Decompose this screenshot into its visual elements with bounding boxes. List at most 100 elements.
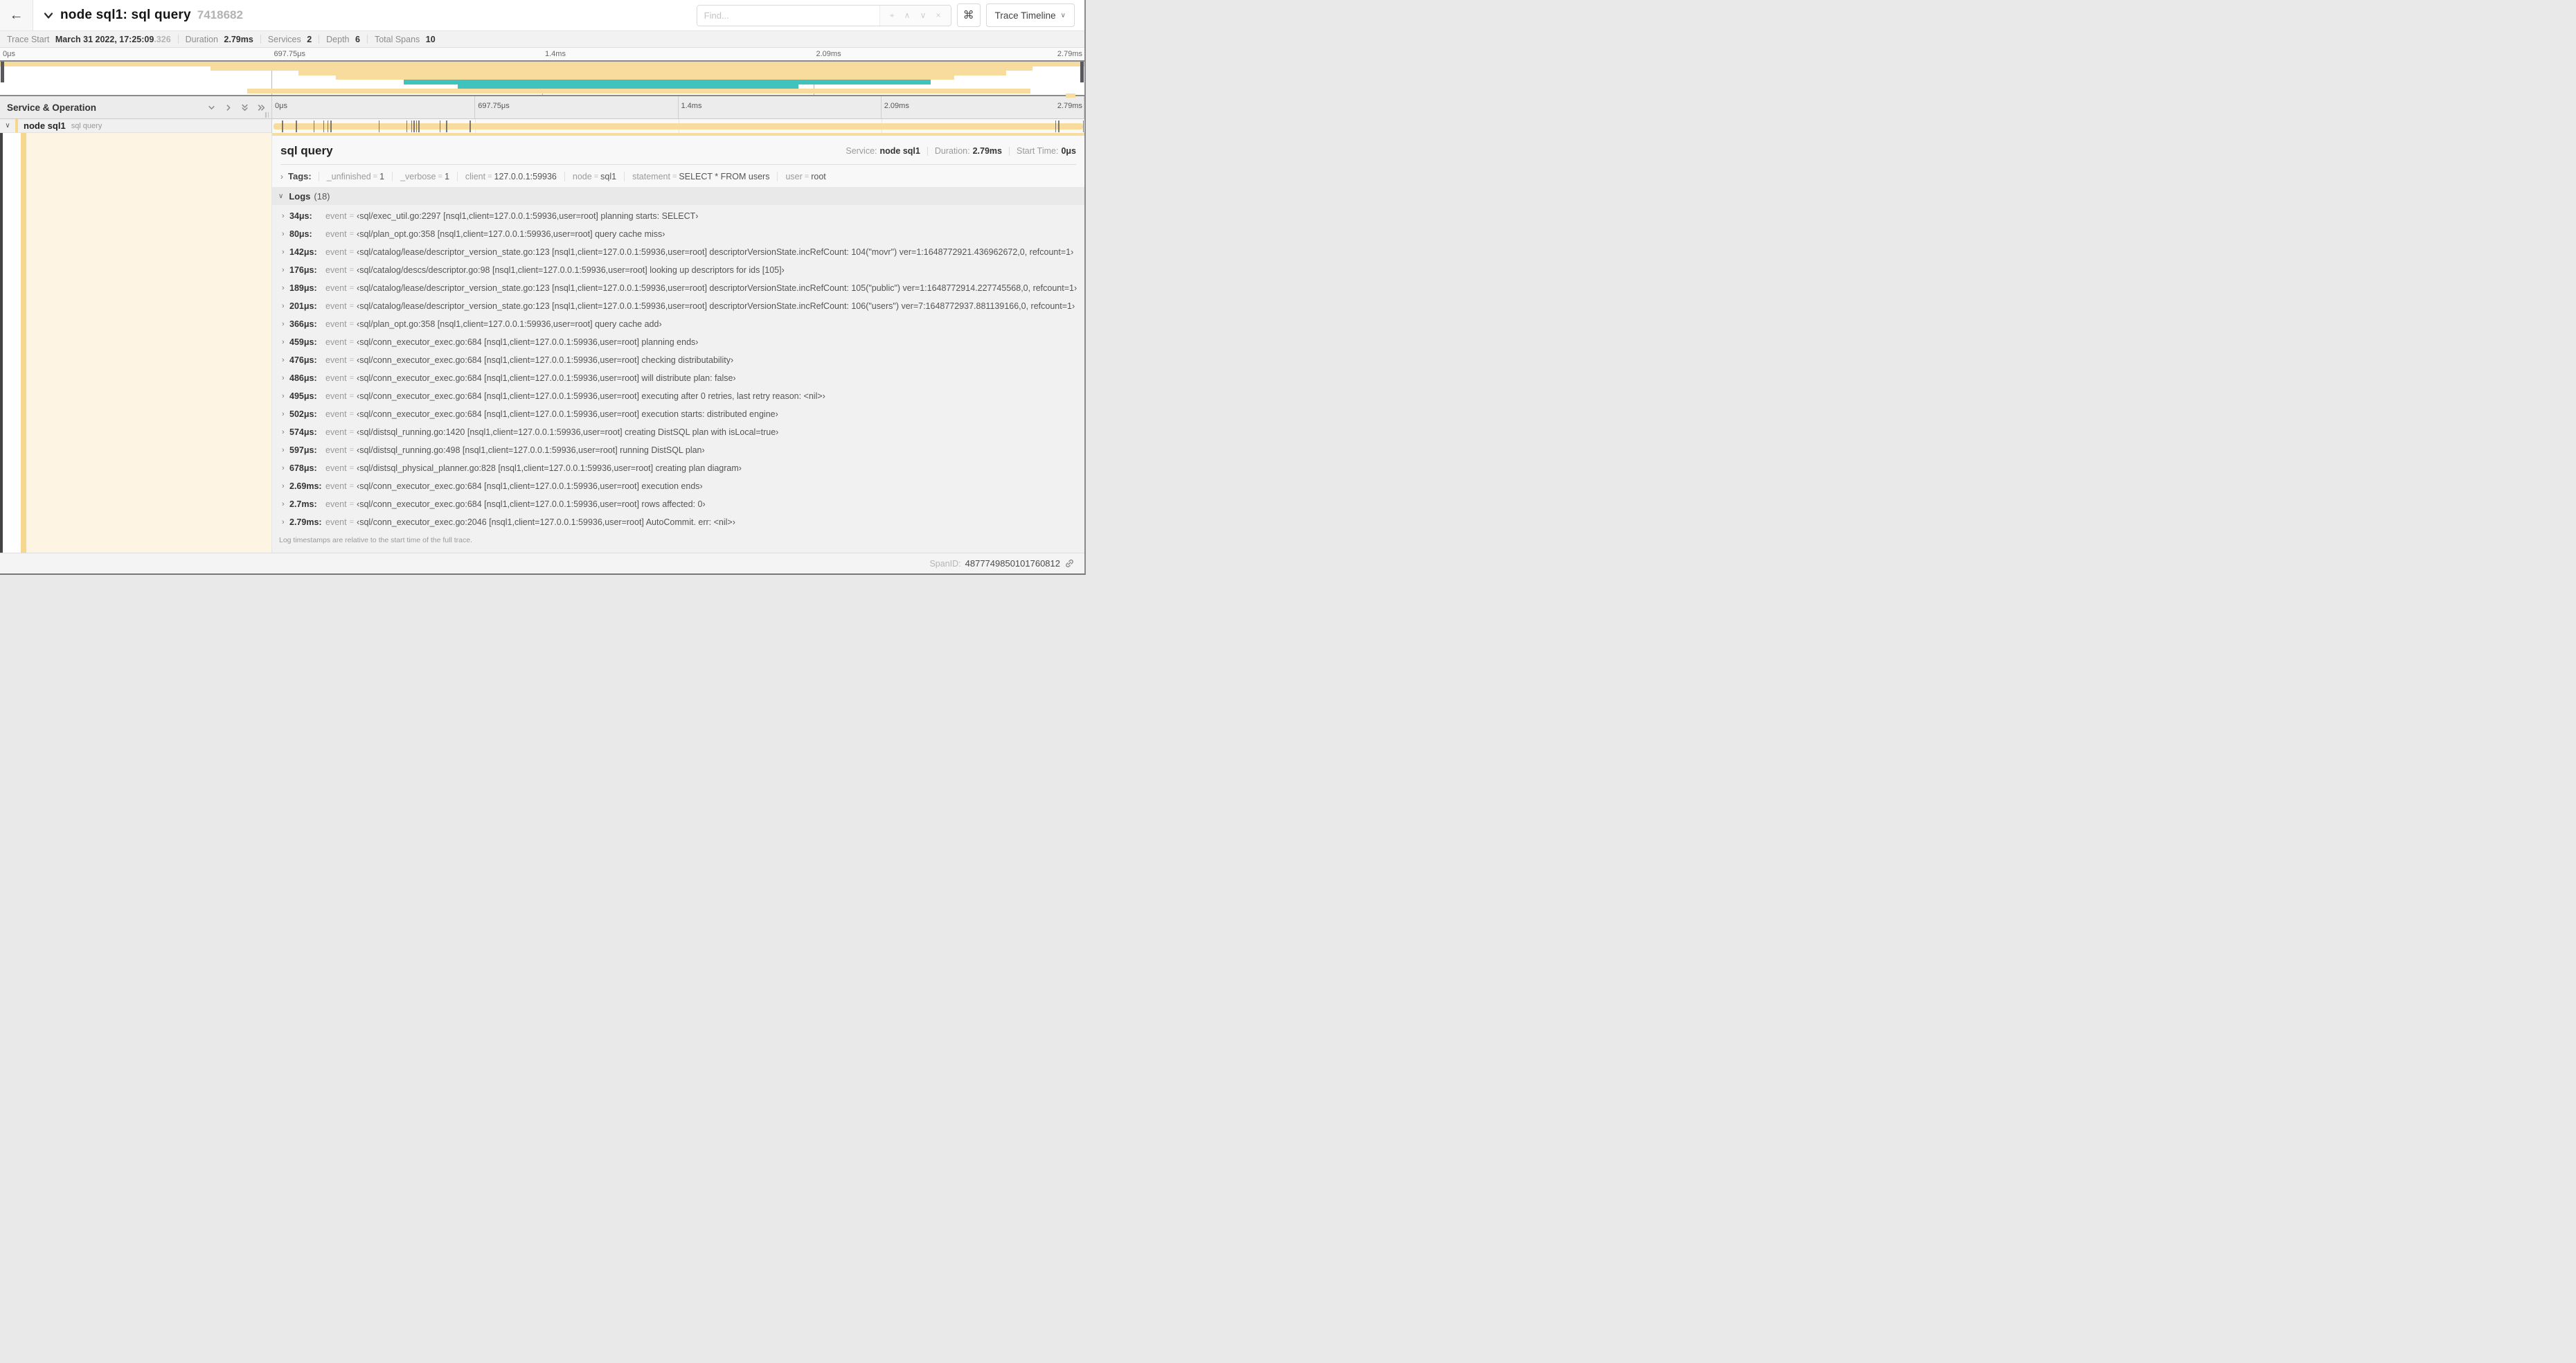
log-marker[interactable] [282,120,283,132]
log-expand-icon[interactable]: › [282,464,289,472]
log-row[interactable]: › 176μs: event = ‹sql/catalog/descs/descript… [272,261,1084,279]
collapse-trace-icon[interactable] [43,10,54,21]
log-field-value: ‹sql/distsql_running.go:1420 [nsql1,clie… [357,427,779,437]
span-row-label[interactable]: ∨ node sql1 sql query [0,119,272,133]
log-marker[interactable] [313,120,315,132]
log-expand-icon[interactable]: › [282,374,289,382]
tag-item[interactable]: user = root [777,171,833,181]
logs-header[interactable]: ∨ Logs (18) [272,187,1084,205]
meta-divider [927,146,928,156]
log-marker[interactable] [406,120,408,132]
log-marker[interactable] [413,120,415,132]
tag-item[interactable]: client = 127.0.0.1:59936 [456,171,564,181]
tag-item[interactable]: statement = SELECT * FROM users [624,171,777,181]
log-marker[interactable] [439,120,441,132]
log-expand-icon[interactable]: › [282,446,289,454]
log-row[interactable]: › 459μs: event = ‹sql/conn_executor_exec.go:… [272,333,1084,351]
prev-result-icon[interactable]: ∧ [904,10,911,20]
ruler-tick-label: 2.09ms [884,102,909,110]
log-row[interactable]: › 2.7ms: event = ‹sql/conn_executor_exec.go:… [272,495,1084,513]
log-expand-icon[interactable]: › [282,518,289,526]
log-expand-icon[interactable]: › [282,230,289,238]
tag-item[interactable]: _verbose = 1 [392,171,457,181]
log-row[interactable]: › 678μs: event = ‹sql/distsql_physical_plann… [272,459,1084,477]
trace-id: 7418682 [197,8,243,21]
next-result-icon[interactable]: ∨ [920,10,927,20]
expand-all-icon[interactable] [257,103,266,112]
keyboard-shortcuts-button[interactable]: ⌘ [956,3,981,27]
log-marker[interactable] [446,120,447,132]
log-field-value: ‹sql/conn_executor_exec.go:684 [nsql1,cl… [357,355,734,365]
log-expand-icon[interactable]: › [282,356,289,364]
stat-label: Total Spans [374,34,422,44]
back-icon[interactable]: ← [0,0,33,30]
log-expand-icon[interactable]: › [282,482,289,490]
log-expand-icon[interactable]: › [282,338,289,346]
detail-header: sql query Service: node sql1 Duration: 2.79… [272,136,1084,164]
left-scrollbar[interactable] [0,133,3,553]
log-row[interactable]: › 366μs: event = ‹sql/plan_opt.go:358 [nsql1… [272,315,1084,333]
log-row[interactable]: › 476μs: event = ‹sql/conn_executor_exec.go:… [272,351,1084,369]
log-equals: = [349,230,355,238]
clear-search-icon[interactable]: × [936,10,941,20]
log-expand-icon[interactable]: › [282,392,289,400]
log-expand-icon[interactable]: › [282,248,289,256]
collapse-one-icon[interactable] [207,103,216,112]
log-marker[interactable] [330,120,332,132]
log-row[interactable]: › 80μs: event = ‹sql/plan_opt.go:358 [nsql1,… [272,225,1084,243]
log-expand-icon[interactable]: › [282,266,289,274]
log-expand-icon[interactable]: › [282,428,289,436]
log-row[interactable]: › 201μs: event = ‹sql/catalog/lease/descript… [272,297,1084,315]
span-duration-bar[interactable] [273,123,1084,130]
log-expand-icon[interactable]: › [282,302,289,310]
copy-link-icon[interactable] [1064,558,1075,569]
tags-row[interactable]: › Tags: _unfinished = 1 _verbose = 1 client = 12… [272,165,1084,187]
logs-collapse-icon[interactable]: ∨ [278,193,283,200]
tag-equals: = [438,172,442,181]
log-marker[interactable] [415,120,418,132]
log-marker[interactable] [418,120,420,132]
log-expand-icon[interactable]: › [282,410,289,418]
log-marker[interactable] [323,120,325,132]
log-marker[interactable] [378,120,380,132]
find-input[interactable] [697,5,879,26]
span-timeline-track[interactable] [272,119,1084,133]
log-expand-icon[interactable]: › [282,212,289,220]
collapse-all-icon[interactable] [240,103,249,112]
stat-item: Depth 6 [326,35,360,44]
log-marker[interactable] [1055,120,1057,132]
span-collapse-icon[interactable]: ∨ [0,122,15,130]
log-marker[interactable] [469,120,471,132]
log-row[interactable]: › 597μs: event = ‹sql/distsql_running.go:498… [272,441,1084,459]
log-marker[interactable] [296,120,297,132]
logs-title: Logs [289,190,311,202]
log-row[interactable]: › 142μs: event = ‹sql/catalog/lease/descript… [272,243,1084,261]
log-expand-icon[interactable]: › [282,320,289,328]
log-marker[interactable] [327,120,329,132]
log-row[interactable]: › 495μs: event = ‹sql/conn_executor_exec.go:… [272,387,1084,405]
log-expand-icon[interactable]: › [282,500,289,508]
log-marker[interactable] [411,120,413,132]
log-marker[interactable] [1082,120,1084,132]
log-marker[interactable] [1058,120,1059,132]
tag-item[interactable]: node = sql1 [564,171,624,181]
expand-one-icon[interactable] [224,103,233,112]
trace-view-selector[interactable]: Trace Timeline ∨ [985,3,1075,27]
minimap-left-drag-handle[interactable] [1,62,4,82]
minimap-canvas[interactable] [0,60,1084,98]
locate-icon[interactable]: ⌖ [890,10,895,21]
log-row[interactable]: › 189μs: event = ‹sql/catalog/lease/descript… [272,279,1084,297]
log-row[interactable]: › 34μs: event = ‹sql/exec_util.go:2297 [nsql… [272,207,1084,225]
minimap-right-drag-handle[interactable] [1080,62,1084,82]
log-row[interactable]: › 486μs: event = ‹sql/conn_executor_exec.go:… [272,369,1084,387]
log-row[interactable]: › 2.79ms: event = ‹sql/conn_executor_exec.go… [272,513,1084,531]
log-expand-icon[interactable]: › [282,284,289,292]
log-row[interactable]: › 574μs: event = ‹sql/distsql_running.go:142… [272,423,1084,441]
timeline-header-row: Service & Operation 0μs 697.75μs 1.4ms 2.09… [0,96,1084,119]
column-resizer-handle[interactable] [265,112,269,118]
log-row[interactable]: › 2.69ms: event = ‹sql/conn_executor_exec.go… [272,477,1084,495]
log-row[interactable]: › 502μs: event = ‹sql/conn_executor_exec.go:… [272,405,1084,423]
tag-item[interactable]: _unfinished = 1 [318,171,392,181]
minimap-span-bar [247,89,1030,93]
tags-expand-icon[interactable]: › [280,172,283,181]
